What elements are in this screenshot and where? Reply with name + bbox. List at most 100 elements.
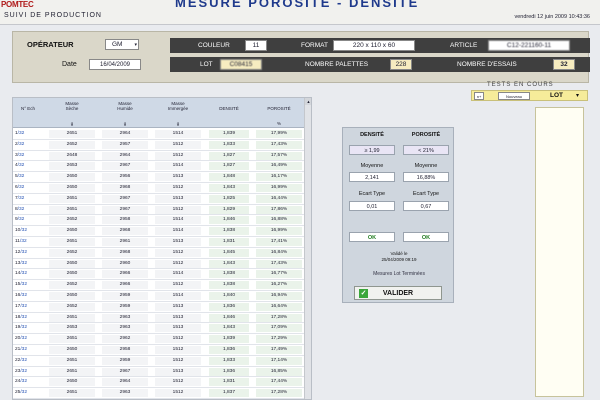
row-number: 23/32 — [15, 368, 39, 376]
col-header-porosite: POROSITÉ — [267, 106, 291, 111]
porosite-cell: 17,28% — [256, 313, 302, 322]
table-row[interactable]: 24/32 2650 2964 1512 1,831 17,44% — [13, 377, 305, 389]
masse-seche-cell: 2652 — [49, 281, 95, 290]
porosite-cell: 17,28% — [256, 389, 302, 398]
format-field[interactable]: 220 x 110 x 60 — [333, 40, 415, 51]
table-row[interactable]: 11/32 2651 2961 1513 1,831 17,41% — [13, 237, 305, 248]
couleur-field[interactable]: 11 — [245, 40, 267, 51]
densite-cell: 1,838 — [209, 227, 249, 236]
row-number-suffix: /32 — [20, 379, 28, 385]
table-row[interactable]: 7/32 2651 2967 1513 1,825 16,44% — [13, 194, 305, 205]
row-number-suffix: /32 — [20, 346, 28, 352]
mesures-status-text: Mesures Lot Terminées — [373, 271, 425, 277]
row-number-suffix: /32 — [20, 303, 28, 309]
tests-list[interactable] — [535, 107, 584, 397]
row-number: 14/32 — [15, 270, 39, 278]
table-row[interactable]: 18/32 2651 2963 1513 1,846 17,28% — [13, 313, 305, 324]
table-row[interactable]: 22/32 2651 2959 1512 1,833 17,14% — [13, 356, 305, 367]
masse-immergee-cell: 1512 — [155, 335, 201, 344]
densite-cell: 1,840 — [209, 291, 249, 300]
row-number: 3/32 — [15, 152, 39, 160]
porosite-cell: 16,49% — [256, 162, 302, 171]
col-header-masse-humide: Masse Humide — [117, 101, 133, 111]
densite-cell: 1,833 — [209, 356, 249, 365]
porosite-cell: 16,84% — [256, 248, 302, 257]
table-row[interactable]: 25/32 2651 2963 1512 1,837 17,28% — [13, 388, 305, 399]
valid-label: Validé le — [390, 251, 408, 256]
masse-seche-cell: 2652 — [49, 248, 95, 257]
masse-humide-cell: 2960 — [102, 259, 148, 268]
row-number: 10/32 — [15, 227, 39, 235]
porosite-cell: 17,14% — [256, 356, 302, 365]
table-row[interactable]: 8/32 2651 2967 1512 1,829 17,86% — [13, 205, 305, 216]
chevron-down-icon[interactable]: ▾ — [576, 92, 579, 99]
row-number: 21/32 — [15, 346, 39, 354]
masse-humide-cell: 2967 — [102, 194, 148, 203]
valider-button[interactable]: ✓ VALIDER — [354, 286, 442, 300]
article-field[interactable]: C12-221160-11 — [488, 40, 570, 51]
densite-cell: 1,836 — [209, 345, 249, 354]
col-header-num: N° Ech — [20, 106, 36, 111]
masse-immergee-cell: 1514 — [155, 270, 201, 279]
masse-immergee-cell: 1513 — [155, 237, 201, 246]
masse-humide-cell: 2967 — [102, 205, 148, 214]
table-row[interactable]: 12/32 2652 2968 1512 1,845 16,84% — [13, 248, 305, 259]
porosite-ecart-label: Ecart Type — [412, 191, 440, 197]
app-title: MESURE POROSITE - DENSITE — [175, 0, 420, 10]
table-row[interactable]: 5/32 2650 2956 1513 1,848 16,17% — [13, 172, 305, 183]
row-number: 16/32 — [15, 292, 39, 300]
palettes-field[interactable]: 228 — [390, 59, 412, 70]
unit-porosite: % — [276, 121, 281, 126]
scroll-up-icon[interactable]: ▲ — [305, 98, 311, 105]
table-row[interactable]: 21/32 2650 2958 1512 1,836 17,49% — [13, 345, 305, 356]
operateur-select[interactable]: GM ▾ — [105, 39, 139, 50]
densite-status: OK — [349, 232, 395, 242]
row-number: 19/32 — [15, 324, 39, 332]
table-row[interactable]: 13/32 2650 2960 1512 1,843 17,43% — [13, 259, 305, 270]
masse-humide-cell: 2962 — [102, 335, 148, 344]
row-number-suffix: /32 — [20, 390, 28, 396]
lot-field[interactable]: C08415 — [220, 59, 262, 70]
table-row[interactable]: 16/32 2650 2959 1514 1,840 16,94% — [13, 291, 305, 302]
table-row[interactable]: 4/32 2653 2967 1514 1,827 16,49% — [13, 161, 305, 173]
masse-humide-cell: 2958 — [102, 345, 148, 354]
masse-humide-cell: 2966 — [102, 270, 148, 279]
table-row[interactable]: 15/32 2652 2966 1512 1,838 16,27% — [13, 280, 305, 291]
porosite-moyenne-label: Moyenne — [414, 163, 438, 169]
table-row[interactable]: 17/32 2652 2959 1513 1,836 16,64% — [13, 302, 305, 313]
col-header-masse-seche: Masse Sèche — [65, 101, 79, 111]
tests-add-button[interactable]: n+ — [474, 92, 484, 100]
tests-lot-label: LOT — [550, 92, 563, 99]
essais-field[interactable]: 32 — [553, 59, 575, 70]
table-row[interactable]: 14/32 2650 2966 1514 1,838 16,77% — [13, 269, 305, 281]
table-row[interactable]: 20/32 2651 2962 1512 1,839 17,29% — [13, 334, 305, 345]
densite-cell: 1,827 — [209, 162, 249, 171]
table-scrollbar[interactable]: ▲ — [304, 98, 311, 399]
masse-immergee-cell: 1514 — [155, 130, 201, 138]
table-row[interactable]: 6/32 2650 2968 1512 1,843 16,99% — [13, 183, 305, 194]
masse-immergee-cell: 1513 — [155, 324, 201, 333]
date-field[interactable]: 16/04/2009 — [89, 59, 141, 70]
porosite-cell: 17,57% — [256, 151, 302, 160]
table-row[interactable]: 1/32 2651 2964 1514 1,839 17,99% — [13, 129, 305, 140]
row-number-suffix: /32 — [17, 174, 25, 180]
table-row[interactable]: 23/32 2651 2967 1513 1,836 16,85% — [13, 367, 305, 378]
table-header: N° Ech Masse Sèche Masse Humide Masse Im… — [13, 98, 305, 128]
table-row[interactable]: 19/32 2653 2963 1513 1,843 17,09% — [13, 323, 305, 335]
row-number-suffix: /32 — [20, 336, 28, 342]
porosite-cell: 16,99% — [256, 183, 302, 192]
table-row[interactable]: 9/32 2652 2958 1514 1,846 16,88% — [13, 215, 305, 227]
table-row[interactable]: 10/32 2650 2968 1514 1,838 16,99% — [13, 226, 305, 237]
tests-new-button[interactable]: Nouveau — [498, 92, 530, 100]
table-row[interactable]: 2/32 2652 2957 1512 1,833 17,43% — [13, 140, 305, 151]
unit-masse-immergee: g — [176, 121, 180, 126]
operateur-value: GM — [112, 41, 123, 48]
masse-humide-cell: 2963 — [102, 313, 148, 322]
lot-label: LOT — [200, 61, 213, 68]
table-row[interactable]: 3/32 2648 2964 1512 1,827 17,57% — [13, 151, 305, 162]
title-bar: POMTEC MESURE POROSITE - DENSITE SUIVI D… — [0, 0, 600, 24]
row-number: 5/32 — [15, 173, 39, 181]
densite-cell: 1,831 — [209, 378, 249, 387]
masse-immergee-cell: 1513 — [155, 194, 201, 203]
measurements-table: N° Ech Masse Sèche Masse Humide Masse Im… — [12, 97, 312, 400]
